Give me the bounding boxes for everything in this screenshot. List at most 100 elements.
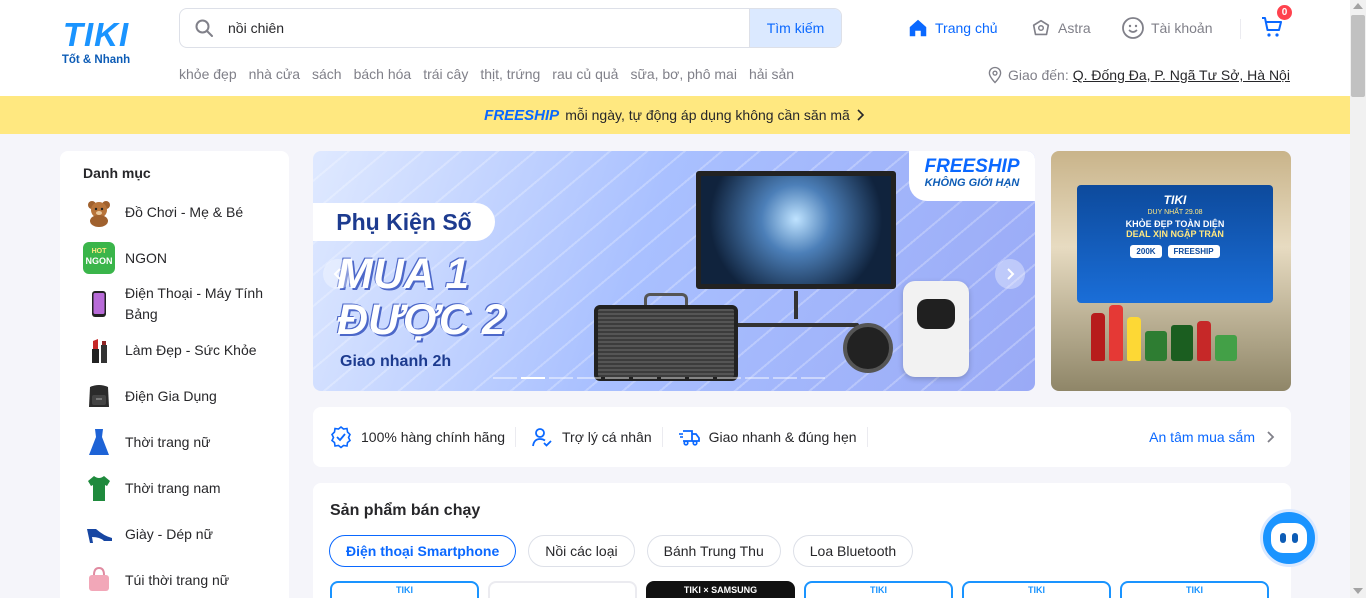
robot-icon xyxy=(1271,523,1307,553)
account-icon xyxy=(1122,17,1144,39)
nav-astra[interactable]: Astra xyxy=(1030,15,1091,41)
sidebar-item-label: Làm Đẹp - Sức Khỏe xyxy=(125,341,257,358)
tiki-logo[interactable]: TIKI Tốt & Nhanh xyxy=(60,16,132,67)
assurance-label: 100% hàng chính hãng xyxy=(361,429,506,445)
cart-button[interactable]: 0 xyxy=(1260,5,1292,39)
side-banner-offers: 200K FREESHIP xyxy=(1077,245,1273,258)
scrollbar-thumb[interactable] xyxy=(1351,15,1365,97)
quick-link[interactable]: rau củ quả xyxy=(552,66,618,82)
main-promo-banner[interactable]: Phụ Kiện Số MUA 1 ĐƯỢC 2 Giao nhanh 2h F… xyxy=(313,151,1035,391)
search-bar: Tìm kiếm xyxy=(179,8,842,48)
freeship-text: mỗi ngày, tự động áp dụng không cần săn … xyxy=(565,107,850,123)
air-fryer-icon xyxy=(83,380,115,412)
sidebar-item-phones[interactable]: Điện Thoại - Máy Tính Bảng xyxy=(60,281,289,327)
assurance-item: Giao nhanh & đúng hẹn xyxy=(677,427,868,447)
lipstick-icon xyxy=(83,334,115,366)
nav-account-label: Tài khoản xyxy=(1151,20,1213,36)
delivery-location[interactable]: Giao đến: Q. Đống Đa, P. Ngã Tư Sở, Hà N… xyxy=(986,66,1290,84)
freeship-badge: FREESHIP KHÔNG GIỚI HẠN xyxy=(909,151,1035,201)
product-card[interactable]: TIKI xyxy=(330,581,479,598)
quick-link[interactable]: khỏe đẹp xyxy=(179,66,237,82)
location-pin-icon xyxy=(988,66,1002,84)
sidebar-item-appliances[interactable]: Điện Gia Dụng xyxy=(60,373,289,419)
product-card[interactable]: TIKI xyxy=(804,581,953,598)
quick-link[interactable]: bách hóa xyxy=(354,66,412,82)
ngon-badge-top: HOT xyxy=(92,248,108,255)
quick-link[interactable]: sữa, bơ, phô mai xyxy=(630,66,737,82)
search-button[interactable]: Tìm kiếm xyxy=(749,9,841,47)
quick-link[interactable]: nhà cửa xyxy=(249,66,300,82)
quick-links: khỏe đẹp nhà cửa sách bách hóa trái cây … xyxy=(179,66,794,82)
banner-pagination-dot[interactable] xyxy=(689,377,713,379)
side-banner-title: KHỎE ĐẸP TOÀN DIỆN xyxy=(1125,219,1225,229)
projector-image xyxy=(903,281,969,377)
sidebar-item-women-fashion[interactable]: Thời trang nữ xyxy=(60,419,289,465)
banner-pagination-dot[interactable] xyxy=(773,377,797,379)
tshirt-icon xyxy=(83,472,115,504)
banner-headline-line-1: MUA 1 xyxy=(337,250,470,298)
side-promo-banner[interactable]: TIKI DUY NHẤT 29.08 KHỎE ĐẸP TOÀN DIỆN D… xyxy=(1051,151,1291,391)
sidebar-item-label: Thời trang nữ xyxy=(125,433,211,450)
product-card[interactable]: TIKI xyxy=(962,581,1111,598)
nav-account[interactable]: Tài khoản xyxy=(1121,15,1212,41)
side-banner-offer: FREESHIP xyxy=(1167,245,1220,258)
sidebar-item-women-shoes[interactable]: Giày - Dép nữ xyxy=(60,511,289,557)
sidebar-item-label: Điện Thoại - Máy Tính Bảng xyxy=(125,285,263,322)
product-card[interactable] xyxy=(488,581,637,598)
banner-pagination-dot[interactable] xyxy=(577,377,601,379)
quick-link[interactable]: hải sản xyxy=(749,66,794,82)
banner-pagination-dot[interactable] xyxy=(801,377,825,379)
banner-pagination-dot[interactable] xyxy=(661,377,685,379)
banner-headline-line-2: ĐƯỢC 2 xyxy=(337,296,506,344)
high-heel-icon xyxy=(83,518,115,550)
freeship-badge-title: FREESHIP xyxy=(924,156,1020,177)
tab-mooncakes[interactable]: Bánh Trung Thu xyxy=(646,535,781,567)
banner-pagination-dot[interactable] xyxy=(717,377,741,379)
chatbot-assistant-button[interactable] xyxy=(1260,509,1318,567)
sidebar-item-men-fashion[interactable]: Thời trang nam xyxy=(60,465,289,511)
search-input[interactable] xyxy=(228,9,749,47)
tab-pots[interactable]: Nồi các loại xyxy=(528,535,635,567)
banner-pagination-dot[interactable] xyxy=(605,377,629,379)
product-card[interactable]: TIKI × SAMSUNG xyxy=(646,581,795,598)
quick-link[interactable]: thịt, trứng xyxy=(480,66,540,82)
freeship-announcement-bar[interactable]: FREESHIP mỗi ngày, tự động áp dụng không… xyxy=(0,96,1350,134)
nav-astra-label: Astra xyxy=(1058,20,1091,36)
sidebar-item-ngon[interactable]: HOT NGON NGON xyxy=(60,235,289,281)
sidebar-item-handbags[interactable]: Túi thời trang nữ xyxy=(60,557,289,598)
best-sellers-title: Sản phẩm bán chạy xyxy=(330,502,481,519)
shopping-assurance-bar: 100% hàng chính hãng Trợ lý cá nhân Giao… xyxy=(313,407,1291,467)
scroll-down-arrow[interactable] xyxy=(1353,588,1363,594)
tab-bluetooth-speakers[interactable]: Loa Bluetooth xyxy=(792,535,914,567)
banner-category-tag: Phụ Kiện Số xyxy=(313,203,495,241)
dress-icon xyxy=(83,426,115,458)
freeship-badge-subtitle: KHÔNG GIỚI HẠN xyxy=(924,177,1020,189)
banner-pagination-dot[interactable] xyxy=(493,377,517,379)
banner-next-button[interactable] xyxy=(995,259,1025,289)
banner-headline: MUA 1 ĐƯỢC 2 xyxy=(337,251,506,343)
nav-home[interactable]: Trang chủ xyxy=(907,15,998,41)
banner-prev-button[interactable] xyxy=(323,259,353,289)
banner-pagination-dot[interactable] xyxy=(633,377,657,379)
search-icon xyxy=(180,9,228,47)
site-header: TIKI Tốt & Nhanh Tìm kiếm Trang chủ Astr… xyxy=(0,0,1350,96)
scroll-up-arrow[interactable] xyxy=(1353,3,1363,9)
banner-pagination-dot[interactable] xyxy=(745,377,769,379)
sidebar-item-toys[interactable]: Đồ Chơi - Mẹ & Bé xyxy=(60,189,289,235)
quick-link[interactable]: trái cây xyxy=(423,66,468,82)
logo-mark: TIKI xyxy=(62,16,130,53)
product-card[interactable]: TIKI xyxy=(1120,581,1269,598)
quick-link[interactable]: sách xyxy=(312,66,342,82)
sidebar-item-label: Thời trang nam xyxy=(125,479,221,496)
sidebar-item-label: Đồ Chơi - Mẹ & Bé xyxy=(125,203,244,220)
peace-of-mind-link[interactable]: An tâm mua sắm xyxy=(1149,429,1275,445)
sidebar-item-beauty[interactable]: Làm Đẹp - Sức Khỏe xyxy=(60,327,289,373)
speaker-image xyxy=(594,305,738,381)
delivery-address[interactable]: Q. Đống Đa, P. Ngã Tư Sở, Hà Nội xyxy=(1073,67,1290,83)
home-icon xyxy=(909,19,927,37)
banner-pagination-dot[interactable] xyxy=(521,377,545,379)
tab-smartphones[interactable]: Điện thoại Smartphone xyxy=(329,535,517,567)
banner-pagination-dot[interactable] xyxy=(549,377,573,379)
monitor-image xyxy=(696,171,896,289)
side-banner-date: DUY NHẤT 29.08 xyxy=(1147,209,1203,216)
